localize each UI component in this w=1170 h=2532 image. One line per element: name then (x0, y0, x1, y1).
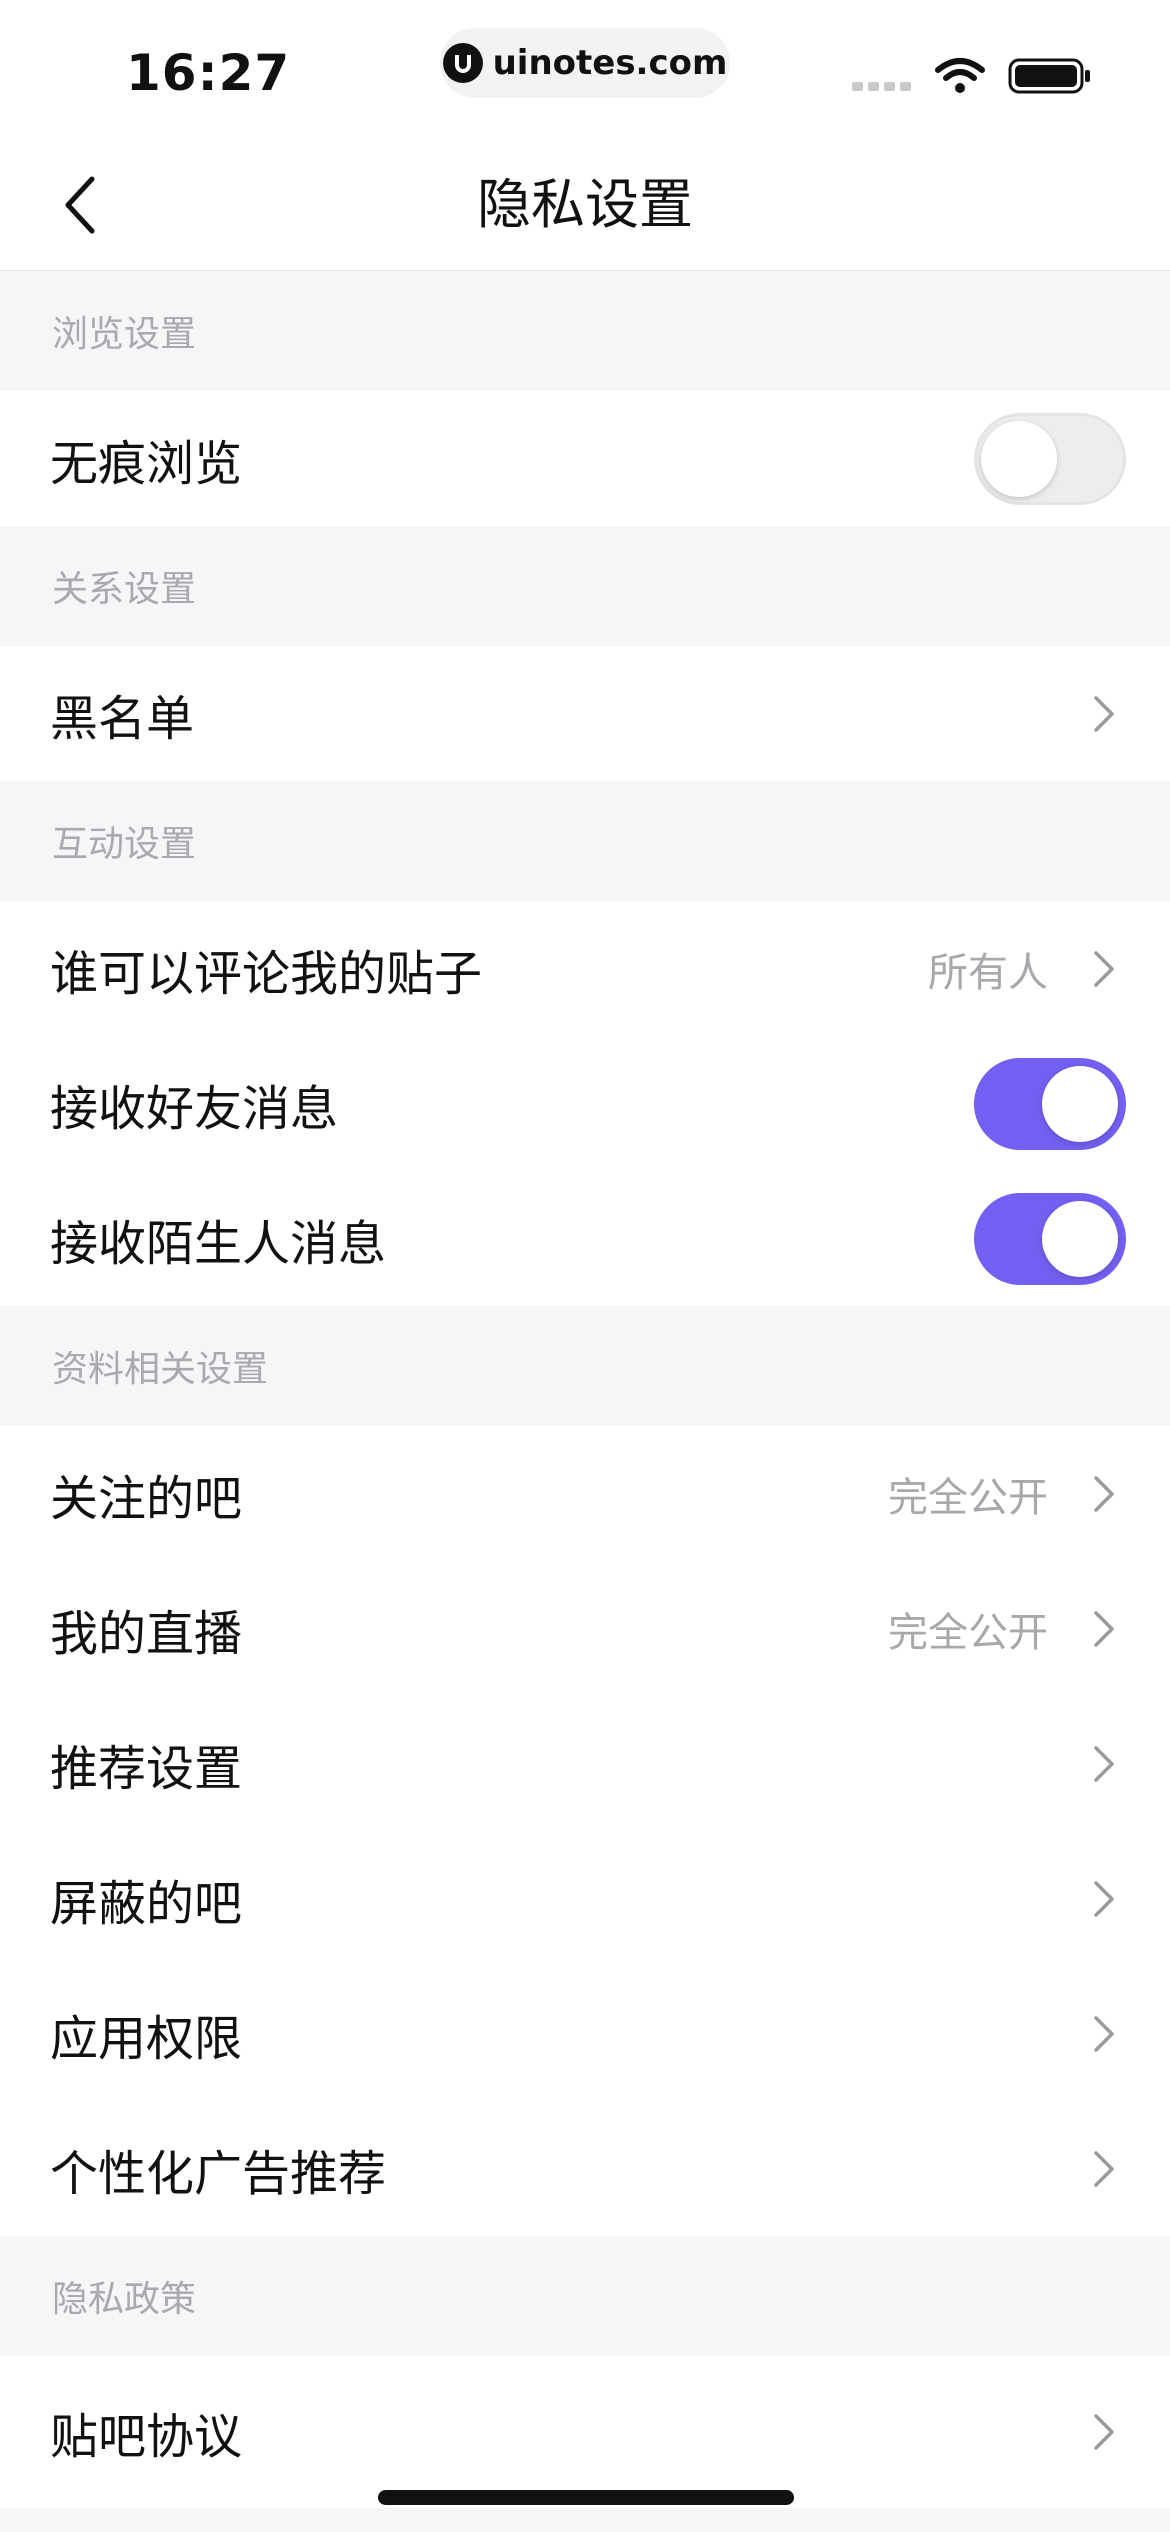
url-pill[interactable]: uinotes.com (440, 28, 730, 98)
chevron-right-icon (1090, 949, 1118, 989)
url-text: uinotes.com (492, 43, 728, 83)
chevron-right-icon (1090, 1474, 1118, 1514)
row-label: 推荐设置 (50, 1740, 243, 1797)
battery-icon (1008, 56, 1092, 100)
row-value: 完全公开 (888, 1609, 1048, 1656)
chevron-right-icon (1090, 694, 1118, 734)
row-label: 接收陌生人消息 (50, 1215, 387, 1272)
row-my-live[interactable]: 我的直播 完全公开 (0, 1561, 1170, 1696)
row-label: 贴吧协议 (50, 2409, 243, 2465)
row-app-permissions[interactable]: 应用权限 (0, 1966, 1170, 2101)
nav-bar: 隐私设置 (0, 130, 1170, 271)
row-label: 黑名单 (50, 690, 195, 747)
section-header-browse: 浏览设置 (0, 271, 1170, 391)
chevron-right-icon (1090, 2149, 1118, 2189)
row-incognito: 无痕浏览 (0, 391, 1170, 526)
incognito-toggle[interactable] (974, 412, 1126, 505)
row-label: 屏蔽的吧 (50, 1875, 243, 1932)
section-header-profile: 资料相关设置 (0, 1306, 1170, 1426)
row-label: 关注的吧 (50, 1470, 243, 1527)
wifi-icon (934, 56, 986, 100)
row-label: 接收好友消息 (50, 1080, 339, 1137)
status-time: 16:27 (126, 44, 291, 102)
section-header-interaction: 互动设置 (0, 781, 1170, 901)
row-label: 谁可以评论我的贴子 (50, 945, 483, 1002)
section-header-relation: 关系设置 (0, 526, 1170, 646)
chevron-right-icon (1090, 2412, 1118, 2452)
row-stranger-messages: 接收陌生人消息 (0, 1171, 1170, 1306)
row-label: 无痕浏览 (50, 435, 243, 492)
row-personalized-ads[interactable]: 个性化广告推荐 (0, 2101, 1170, 2236)
row-label: 应用权限 (50, 2010, 243, 2067)
row-value: 所有人 (928, 949, 1048, 996)
status-bar: 16:27 uinotes.com (0, 0, 1170, 130)
row-blocked-bars[interactable]: 屏蔽的吧 (0, 1831, 1170, 1966)
chevron-right-icon (1090, 2014, 1118, 2054)
chevron-right-icon (1090, 1744, 1118, 1784)
friend-messages-toggle[interactable] (974, 1057, 1126, 1150)
site-logo-icon (442, 43, 483, 83)
row-comment-permission[interactable]: 谁可以评论我的贴子 所有人 (0, 901, 1170, 1036)
row-tieba-agreement[interactable]: 贴吧协议 (0, 2356, 1170, 2508)
chevron-right-icon (1090, 1879, 1118, 1919)
row-recommend-settings[interactable]: 推荐设置 (0, 1696, 1170, 1831)
row-blacklist[interactable]: 黑名单 (0, 646, 1170, 781)
cellular-signal-icon (852, 82, 911, 91)
stranger-messages-toggle[interactable] (974, 1192, 1126, 1285)
row-followed-bars[interactable]: 关注的吧 完全公开 (0, 1426, 1170, 1561)
row-value: 完全公开 (888, 1474, 1048, 1521)
row-label: 个性化广告推荐 (50, 2145, 387, 2202)
home-indicator[interactable] (378, 2490, 794, 2505)
chevron-right-icon (1090, 1609, 1118, 1649)
row-label: 我的直播 (50, 1605, 243, 1662)
page-title: 隐私设置 (477, 173, 693, 236)
section-header-policy: 隐私政策 (0, 2236, 1170, 2356)
row-friend-messages: 接收好友消息 (0, 1036, 1170, 1171)
